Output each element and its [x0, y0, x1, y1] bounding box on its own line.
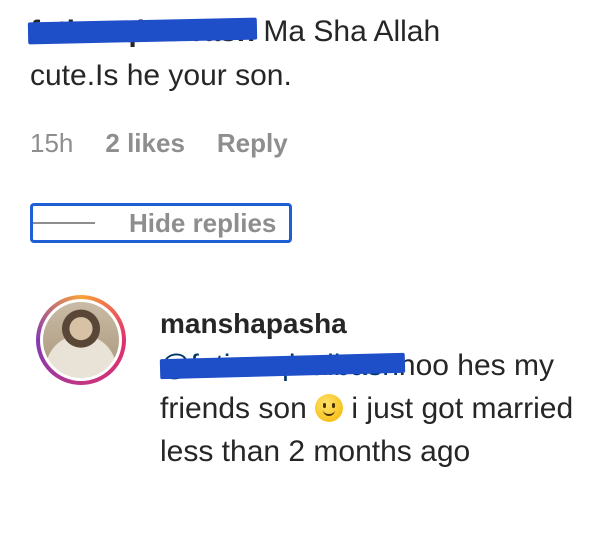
divider-line	[33, 222, 95, 224]
avatar[interactable]	[43, 302, 119, 378]
hide-replies-button[interactable]: Hide replies	[30, 203, 292, 243]
reply-comment: manshapasha @fatimaqizalbashnoo hes my f…	[159, 304, 580, 473]
reply-mention-redacted[interactable]: @fatimaqizalbash	[159, 344, 406, 387]
comment-body-line2: cute.Is he your son.	[30, 59, 292, 92]
likes-count-link[interactable]: 2 likes	[105, 128, 185, 159]
story-ring[interactable]	[36, 295, 126, 385]
comment-username-redacted[interactable]: fatimaqizalbash	[27, 10, 258, 54]
reply-text: @fatimaqizalbashnoo hes my friends son i…	[159, 344, 580, 473]
comment-meta-row: 15h 2 likes Reply	[30, 128, 288, 159]
avatar-border	[40, 299, 122, 381]
reply-button[interactable]: Reply	[217, 128, 288, 159]
hide-replies-label: Hide replies	[129, 207, 277, 238]
smile-emoji-icon	[315, 394, 344, 422]
reply-username[interactable]: manshapasha	[160, 304, 580, 344]
comment-text: fatimaqizalbash Ma Sha Allah cute.Is he …	[27, 10, 550, 98]
comment-body-line1: Ma Sha Allah	[255, 15, 441, 48]
comment-timestamp: 15h	[30, 128, 74, 158]
